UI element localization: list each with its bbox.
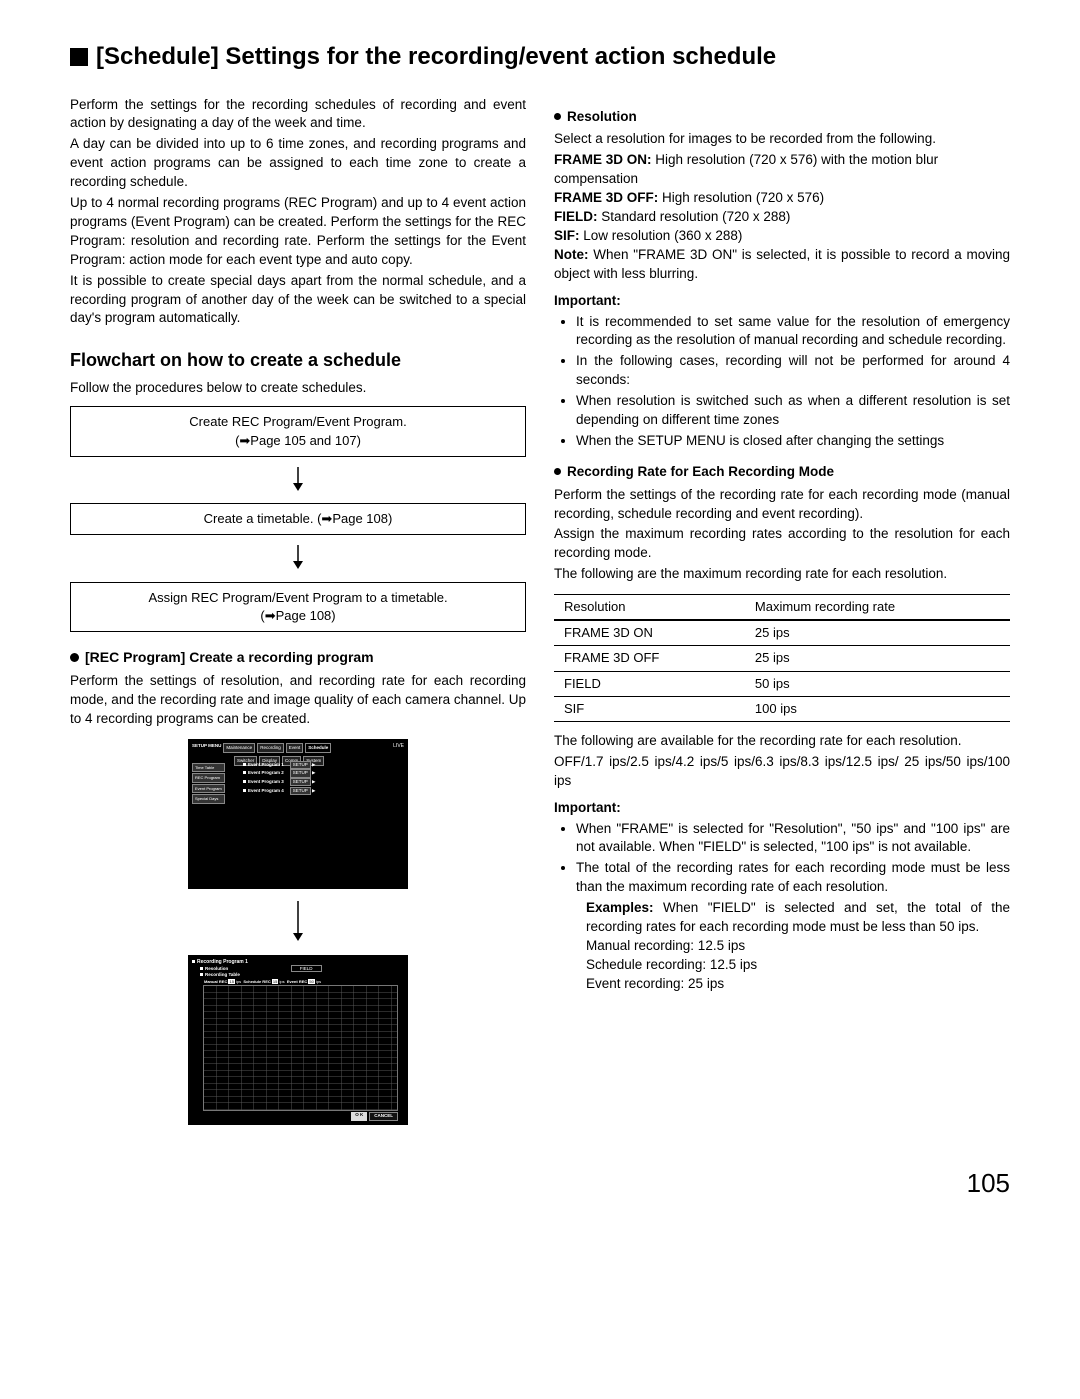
flowchart-step-1: Create REC Program/Event Program. (➡Page…	[70, 406, 526, 456]
rec-program-body: Perform the settings of resolution, and …	[70, 672, 526, 729]
flowchart-heading: Flowchart on how to create a schedule	[70, 348, 526, 373]
resolution-options: FRAME 3D ON: High resolution (720 x 576)…	[554, 151, 1010, 245]
recording-rate-table: ResolutionMaximum recording rate FRAME 3…	[554, 594, 1010, 722]
flowchart-step-3: Assign REC Program/Event Program to a ti…	[70, 582, 526, 632]
rec-program-heading: [REC Program] Create a recording program	[70, 648, 526, 668]
page-title: [Schedule] Settings for the recording/ev…	[70, 40, 1010, 74]
rate-after: The following are available for the reco…	[554, 732, 1010, 751]
flowchart-lead: Follow the procedures below to create sc…	[70, 379, 526, 398]
rate-values: OFF/1.7 ips/2.5 ips/4.2 ips/5 ips/6.3 ip…	[554, 753, 1010, 791]
intro-paragraph: It is possible to create special days ap…	[70, 272, 526, 329]
resolution-note: Note: When "FRAME 3D ON" is selected, it…	[554, 246, 1010, 284]
resolution-heading: Resolution	[554, 108, 1010, 127]
intro-paragraph: Perform the settings for the recording s…	[70, 96, 526, 134]
resolution-important: Important: It is recommended to set same…	[554, 292, 1010, 451]
intro-paragraph: A day can be divided into up to 6 time z…	[70, 135, 526, 192]
rate-paragraph: Perform the settings of the recording ra…	[554, 486, 1010, 524]
rate-paragraph: The following are the maximum recording …	[554, 565, 1010, 584]
intro-paragraph: Up to 4 normal recording programs (REC P…	[70, 194, 526, 270]
setup-menu-screenshot: SETUP MENU Maintenance Recording Event S…	[188, 739, 408, 889]
page-number: 105	[70, 1165, 1010, 1201]
rate-paragraph: Assign the maximum recording rates accor…	[554, 525, 1010, 563]
right-column: Resolution Select a resolution for image…	[554, 96, 1010, 1135]
recording-program-screenshot: Recording Program 1 Resolution FIELD Rec…	[188, 955, 408, 1125]
recording-rate-heading: Recording Rate for Each Recording Mode	[554, 463, 1010, 482]
resolution-lead: Select a resolution for images to be rec…	[554, 130, 1010, 149]
flowchart-step-2: Create a timetable. (➡Page 108)	[70, 503, 526, 535]
rate-important: Important: When "FRAME" is selected for …	[554, 799, 1010, 994]
arrow-down-icon	[70, 899, 526, 946]
left-column: Perform the settings for the recording s…	[70, 96, 526, 1135]
arrow-down-icon	[70, 465, 526, 496]
arrow-down-icon	[70, 543, 526, 574]
